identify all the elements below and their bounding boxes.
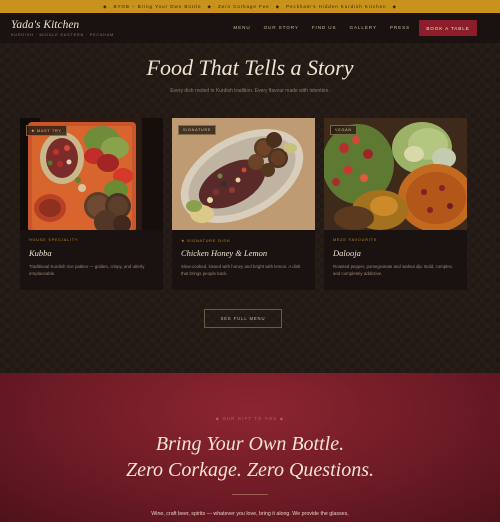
diamond-icon: ◆	[103, 3, 108, 9]
nav-link-press[interactable]: PRESS	[390, 25, 410, 30]
divider-rule	[232, 494, 268, 495]
dish-card-kubba[interactable]: ★ MUST TRY HOUSE SPECIALITY Kubba Tradit…	[20, 118, 163, 290]
announcement-item-byob: BYOB – Bring Your Own Bottle	[113, 4, 202, 9]
card-description: Slow-cooked, kissed with honey and brigh…	[181, 264, 301, 276]
card-description: Traditional Kurdish rice patties — golde…	[29, 264, 145, 276]
card-badge: VEGAN	[330, 125, 357, 135]
card-dish-name: Dalooja	[333, 248, 361, 258]
see-full-menu-button[interactable]: SEE FULL MENU	[204, 309, 282, 328]
card-badge: SIGNATURE	[178, 125, 217, 135]
announcement-item-kitchen: Peckham's Hidden Kurdish Kitchen	[286, 4, 387, 9]
section-title: Food That Tells a Story	[146, 55, 354, 80]
nav-link-menu[interactable]: MENU	[233, 25, 250, 30]
book-a-table-button[interactable]: BOOK A TABLE	[419, 20, 477, 36]
card-dish-name: Kubba	[29, 248, 52, 258]
card-description: Roasted pepper, pomegranate and walnut d…	[333, 264, 454, 276]
byob-section: ◆ OUR GIFT TO YOU ◆ Bring Your Own Bottl…	[0, 373, 500, 522]
diamond-icon: ◆	[275, 3, 281, 9]
dish-card-dalooja[interactable]: VEGAN MEZE FAVOURITE Dalooja Roasted pep…	[324, 118, 467, 290]
nav-link-our-story[interactable]: OUR STORY	[264, 25, 299, 30]
nav-link-find-us[interactable]: FIND US	[312, 25, 337, 30]
announcement-item-corkage: Zero Corkage Fee	[217, 4, 270, 9]
section-subtitle: Every dish rooted in Kurdish tradition. …	[170, 88, 330, 94]
card-kicker: HOUSE SPECIALITY	[29, 238, 79, 242]
byob-eyebrow: ◆ OUR GIFT TO YOU ◆	[215, 416, 285, 421]
byob-heading-line-2: Zero Corkage. Zero Questions.	[126, 459, 374, 481]
site-header: Yada's Kitchen KURDISH · MIDDLE EASTERN …	[0, 13, 500, 43]
card-kicker: ★ SIGNATURE DISH	[181, 239, 231, 243]
nav-link-gallery[interactable]: GALLERY	[350, 25, 377, 30]
card-dish-name: Chicken Honey & Lemon	[181, 248, 268, 258]
byob-body-text: Wine, craft beer, spirits — whatever you…	[151, 511, 349, 517]
main-nav: MENU OUR STORY FIND US GALLERY PRESS	[233, 25, 410, 30]
diamond-icon: ◆	[207, 3, 212, 9]
diamond-icon: ◆	[392, 3, 397, 9]
byob-heading-line-1: Bring Your Own Bottle.	[155, 433, 345, 455]
card-kicker: MEZE FAVOURITE	[333, 238, 378, 242]
site-tagline: KURDISH · MIDDLE EASTERN · PECKHAM	[11, 33, 115, 37]
site-logo[interactable]: Yada's Kitchen	[11, 19, 79, 32]
announcement-bar: ◆ BYOB – Bring Your Own Bottle ◆ Zero Co…	[0, 0, 500, 13]
card-badge: ★ MUST TRY	[26, 125, 67, 136]
dish-card-chicken-honey-lemon[interactable]: SIGNATURE ★ SIGNATURE DISH Chicken Honey…	[172, 118, 315, 290]
menu-highlights-section: Food That Tells a Story Every dish roote…	[0, 43, 500, 373]
